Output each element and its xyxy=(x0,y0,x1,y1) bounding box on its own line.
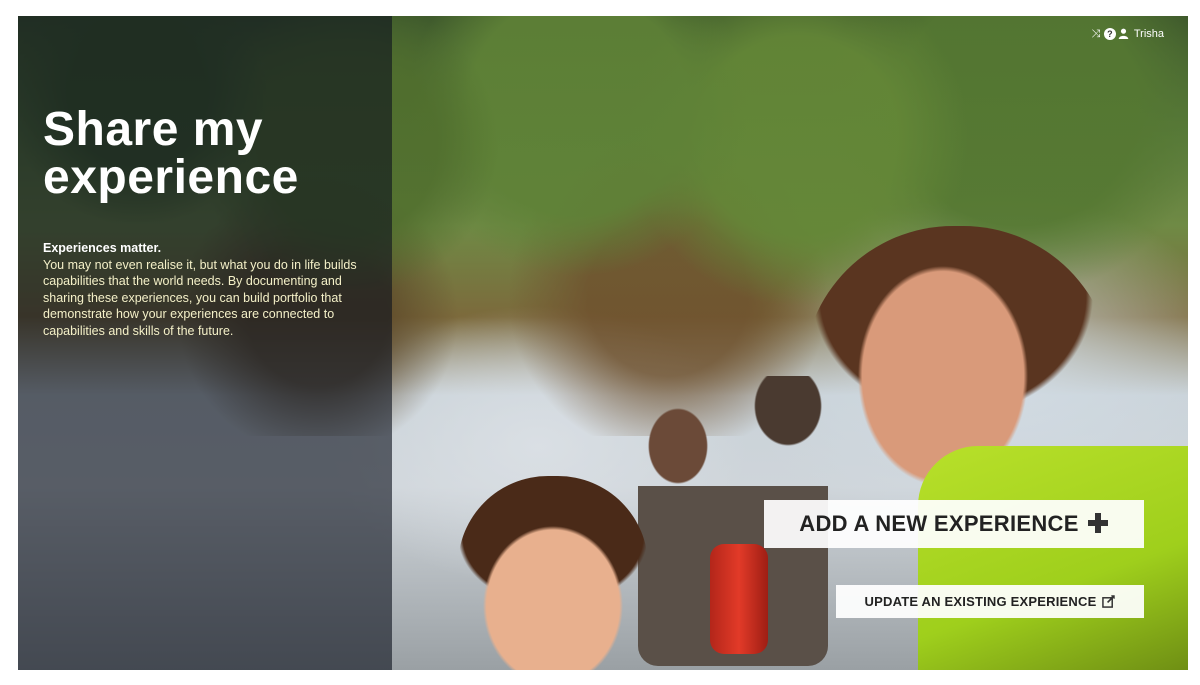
intro-body: You may not even realise it, but what yo… xyxy=(43,257,357,338)
user-bar: ⤨ ? Trisha xyxy=(1090,28,1164,40)
update-experience-label: UPDATE AN EXISTING EXPERIENCE xyxy=(864,594,1097,609)
user-icon[interactable] xyxy=(1118,28,1130,40)
intro-panel: Share my experience Experiences matter. … xyxy=(18,16,392,670)
intro-text: Experiences matter. You may not even rea… xyxy=(43,240,373,339)
page-title: Share my experience xyxy=(43,103,299,204)
user-name[interactable]: Trisha xyxy=(1134,28,1164,40)
smiling-child xyxy=(458,476,648,670)
bubble-bottle xyxy=(710,544,768,654)
plus-icon-svg xyxy=(1087,513,1108,533)
intro-heading: Experiences matter. xyxy=(43,241,162,255)
update-experience-button[interactable]: UPDATE AN EXISTING EXPERIENCE xyxy=(836,585,1144,618)
add-experience-button[interactable]: ADD A NEW EXPERIENCE xyxy=(764,500,1144,548)
plus-icon xyxy=(1087,512,1109,536)
edit-icon-svg xyxy=(1102,595,1116,608)
user-icon-svg xyxy=(1119,28,1129,39)
shuffle-icon[interactable]: ⤨ xyxy=(1090,28,1102,40)
hero-section: Share my experience Experiences matter. … xyxy=(18,16,1188,670)
edit-icon xyxy=(1102,595,1116,608)
add-experience-label: ADD A NEW EXPERIENCE xyxy=(799,511,1079,536)
hi-vis-vest xyxy=(918,446,1188,670)
help-icon[interactable]: ? xyxy=(1103,28,1116,40)
